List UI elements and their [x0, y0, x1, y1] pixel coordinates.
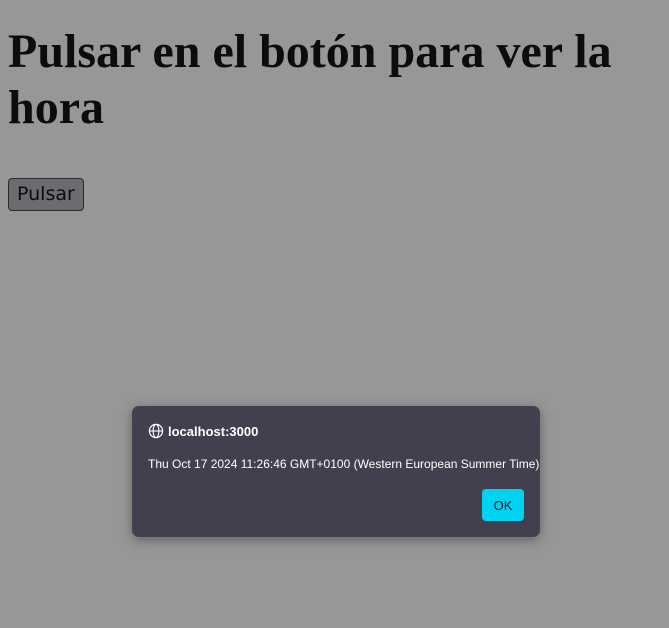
page-heading: Pulsar en el botón para ver la hora: [8, 25, 612, 134]
ok-button[interactable]: OK: [482, 489, 524, 521]
dialog-origin: localhost:3000: [148, 422, 258, 440]
dialog-message: Thu Oct 17 2024 11:26:46 GMT+0100 (Weste…: [148, 457, 540, 471]
dialog-origin-text: localhost:3000: [168, 423, 259, 439]
globe-icon: [148, 423, 164, 439]
pulsar-button[interactable]: Pulsar: [8, 178, 84, 211]
alert-dialog: localhost:3000 Thu Oct 17 2024 11:26:46 …: [132, 406, 540, 537]
